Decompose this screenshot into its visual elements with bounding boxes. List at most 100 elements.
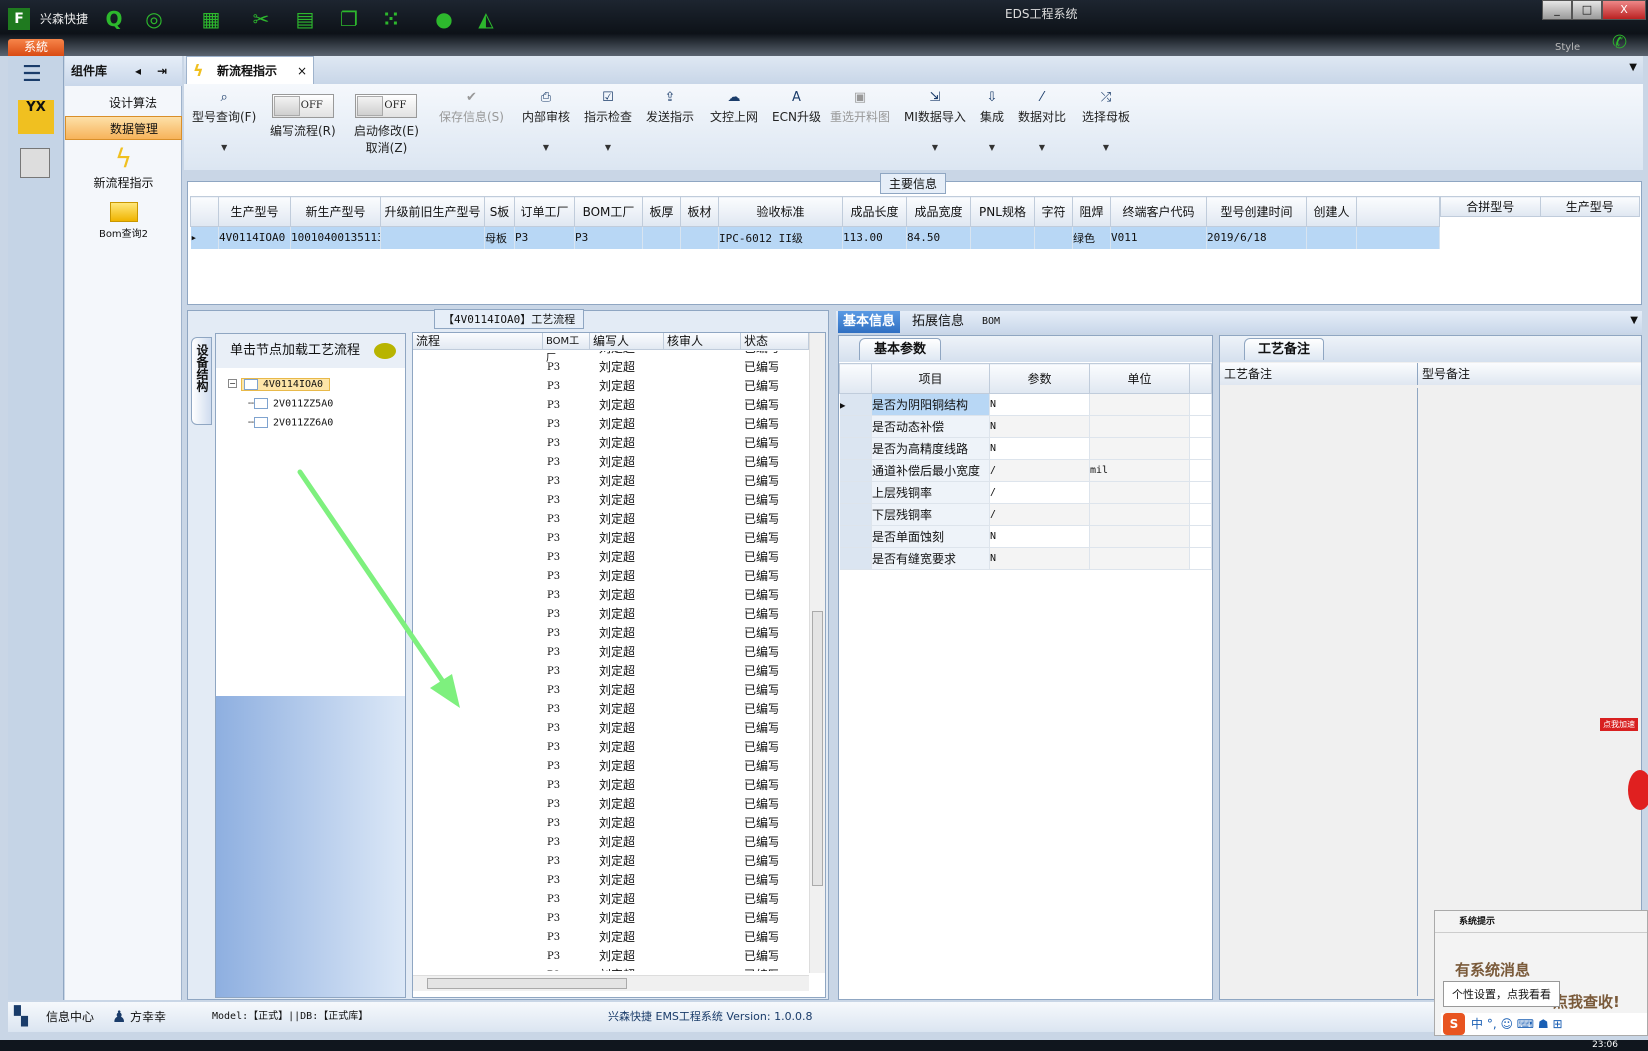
flow-row[interactable]: −┄外形2P3刘定超已编写 (413, 396, 809, 415)
grid-icon[interactable]: ▦ (200, 8, 222, 30)
doc-online-button[interactable]: ☁ 文控上网 (710, 90, 758, 125)
column-header[interactable]: PNL规格 (970, 196, 1035, 227)
param-row[interactable]: 是否动态补偿 N (839, 415, 1212, 438)
column-header[interactable]: BOM工厂 (574, 196, 643, 227)
film-icon[interactable]: ▤ (294, 8, 316, 30)
param-unit[interactable] (1089, 393, 1190, 416)
pin-icon[interactable]: ⇥ (157, 56, 167, 86)
start-modify-toggle[interactable]: OFF 启动修改(E) 取消(Z) (354, 94, 419, 156)
param-unit[interactable] (1089, 503, 1190, 526)
flow-row[interactable]: ┆┄图形电镀P3刘定超已编写 (413, 377, 809, 396)
flow-row[interactable]: ┆┄铣板P3刘定超已编写 (413, 890, 809, 909)
table-row[interactable]: ▸ 4V0114IOA0 10010400135113 母板 P3 P3 IPC-6012 … (190, 226, 1440, 249)
column-header[interactable]: 验收标准 (718, 196, 843, 227)
model-query-button[interactable]: ⌕ 型号查询(F) ▼ (192, 90, 256, 152)
column-header[interactable]: 生产型号 (218, 196, 291, 227)
param-value[interactable]: / (989, 459, 1090, 482)
search-icon[interactable]: Q (103, 8, 125, 30)
flow-row[interactable]: −┄电子测试P3刘定超已编写 (413, 795, 809, 814)
flow-row[interactable]: −┄AOIP3刘定超已编写 (413, 529, 809, 548)
internal-review-button[interactable]: ⎙ 内部审核 ▼ (522, 90, 570, 152)
column-header[interactable]: 合拼型号 (1440, 196, 1541, 217)
param-row[interactable]: ▸ 是否为阴阳铜结构 N (839, 393, 1212, 416)
edit-flow-toggle[interactable]: OFF 编写流程(R) (270, 94, 336, 139)
tab-new-flow[interactable]: ϟ 新流程指示 × (186, 56, 314, 85)
mi-import-button[interactable]: ⇲ MI数据导入 ▼ (904, 90, 966, 152)
send-instruction-button[interactable]: ⇪ 发送指示 (646, 90, 694, 125)
column-header[interactable]: S板 (484, 196, 515, 227)
phone-icon[interactable]: ✆ (1612, 32, 1627, 53)
tile-new-flow[interactable]: ϟ 新流程指示 (65, 144, 182, 191)
column-header[interactable]: 成品长度 (842, 196, 907, 227)
column-header[interactable]: 单位 (1089, 363, 1190, 394)
flow-row[interactable]: −┄沉金P3刘定超已编写 (413, 700, 809, 719)
flow-row[interactable]: −┄图形电镀P3刘定超已编写 (413, 358, 809, 377)
param-unit[interactable] (1089, 437, 1190, 460)
chart-icon[interactable]: ◭ (475, 8, 497, 30)
column-header[interactable]: 新生产型号 (290, 196, 381, 227)
tab-list-dropdown-icon[interactable]: ▼ (1629, 62, 1637, 73)
flow-row[interactable]: ┆┄阻焊前处理P3刘定超已编写 (413, 586, 809, 605)
flow-row[interactable]: ┆┄显影P3刘定超已编写 (413, 351, 809, 358)
flow-row[interactable]: −┄阻焊P3刘定超已编写 (413, 567, 809, 586)
maximize-button[interactable]: □ (1572, 0, 1602, 20)
copy-icon[interactable]: ❐ (338, 8, 360, 30)
flow-row[interactable]: ┆┄功能检查P3刘定超已编写 (413, 947, 809, 966)
speed-up-badge[interactable]: 点我加速 (1600, 718, 1638, 731)
compare-button[interactable]: ⁄ 数据对比 ▼ (1018, 90, 1066, 152)
param-unit[interactable] (1089, 525, 1190, 548)
tree-node[interactable]: − 4V0114IOA0 (228, 376, 331, 391)
tab-basic-info[interactable]: 基本信息 (838, 311, 900, 333)
horizontal-scrollbar[interactable] (413, 975, 809, 991)
column-header[interactable]: 阻焊 (1072, 196, 1111, 227)
collapse-icon[interactable]: ◂ (135, 56, 141, 86)
tab-bom[interactable]: BOM (982, 311, 1000, 333)
cancel-button[interactable]: 取消(Z) (354, 139, 419, 156)
scissors-icon[interactable]: ✂ (250, 8, 272, 30)
tree-node[interactable]: ┄ 2V011ZZ6A0 (248, 417, 333, 429)
yx-module-icon[interactable]: YX (18, 100, 54, 134)
flow-row[interactable]: ┆┄预烘P3刘定超已编写 (413, 643, 809, 662)
tile-bom-query[interactable]: Bom查询2 (65, 202, 182, 240)
style-menu[interactable]: Style (1555, 42, 1580, 53)
ime-mode[interactable]: 中 (1471, 1017, 1483, 1031)
nav-item-data-management[interactable]: 数据管理 (65, 116, 182, 140)
vertical-scrollbar[interactable] (809, 333, 825, 973)
model-notes-textarea[interactable] (1420, 388, 1638, 996)
flow-row[interactable]: −┄外层蚀刻P3刘定超已编写 (413, 434, 809, 453)
ecn-upgrade-button[interactable]: A ECN升级 (772, 90, 821, 125)
param-value[interactable]: N (989, 393, 1090, 416)
flow-row[interactable]: −┄钻孔1P3刘定超已编写 (413, 833, 809, 852)
param-value[interactable]: N (989, 525, 1090, 548)
tab-close-button[interactable]: × (297, 57, 307, 85)
flow-row[interactable]: ┆┄板边包胶P3刘定超已编写 (413, 738, 809, 757)
param-row[interactable]: 通道补偿后最小宽度 / mil (839, 459, 1212, 482)
param-row[interactable]: 是否有缝宽要求 N (839, 547, 1212, 570)
param-unit[interactable] (1089, 415, 1190, 438)
param-value[interactable]: / (989, 503, 1090, 526)
reselect-cut-button[interactable]: ▣ 重选开料图 (830, 90, 890, 125)
ime-toolbar[interactable]: S 中 °, ☺ ⌨ ☗ ⊞ (1441, 1013, 1647, 1035)
minimize-button[interactable]: _ (1542, 0, 1572, 20)
select-mother-button[interactable]: ⤮ 选择母板 ▼ (1082, 90, 1130, 152)
flow-row[interactable]: ┆┄碱性蚀刻P3刘定超已编写 (413, 472, 809, 491)
flow-row[interactable]: ┆┄二钻1P3刘定超已编写 (413, 852, 809, 871)
flow-row[interactable]: ┆┄丝印P3刘定超已编写 (413, 624, 809, 643)
flow-row[interactable]: ┆┄曝光P3刘定超已编写 (413, 662, 809, 681)
info-center-link[interactable]: 信息中心 (46, 1002, 94, 1032)
param-value[interactable]: N (989, 415, 1090, 438)
tree-node[interactable]: ┄ 2V011ZZ5A0 (248, 398, 333, 410)
apps-icon[interactable]: ⁙ (380, 8, 402, 30)
column-header[interactable]: 字符 (1034, 196, 1073, 227)
param-row[interactable]: 是否为高精度线路 N (839, 437, 1212, 460)
flow-row[interactable]: ┆┄显影P3刘定超已编写 (413, 681, 809, 700)
flow-row[interactable]: ┆┄电子测试P3刘定超已编写 (413, 814, 809, 833)
flow-row[interactable]: ┆┄退膜P3刘定超已编写 (413, 453, 809, 472)
param-unit[interactable] (1089, 481, 1190, 504)
tab-extended-info[interactable]: 拓展信息 (912, 311, 964, 333)
sogou-ime-icon[interactable]: S (1443, 1013, 1465, 1035)
flow-row[interactable]: ┆┄水洗烘干P3刘定超已编写 (413, 776, 809, 795)
column-header[interactable]: 板厚 (642, 196, 681, 227)
process-notes-textarea[interactable] (1222, 388, 1418, 996)
flow-row[interactable]: ┆┄铣板2P3刘定超已编写 (413, 415, 809, 434)
